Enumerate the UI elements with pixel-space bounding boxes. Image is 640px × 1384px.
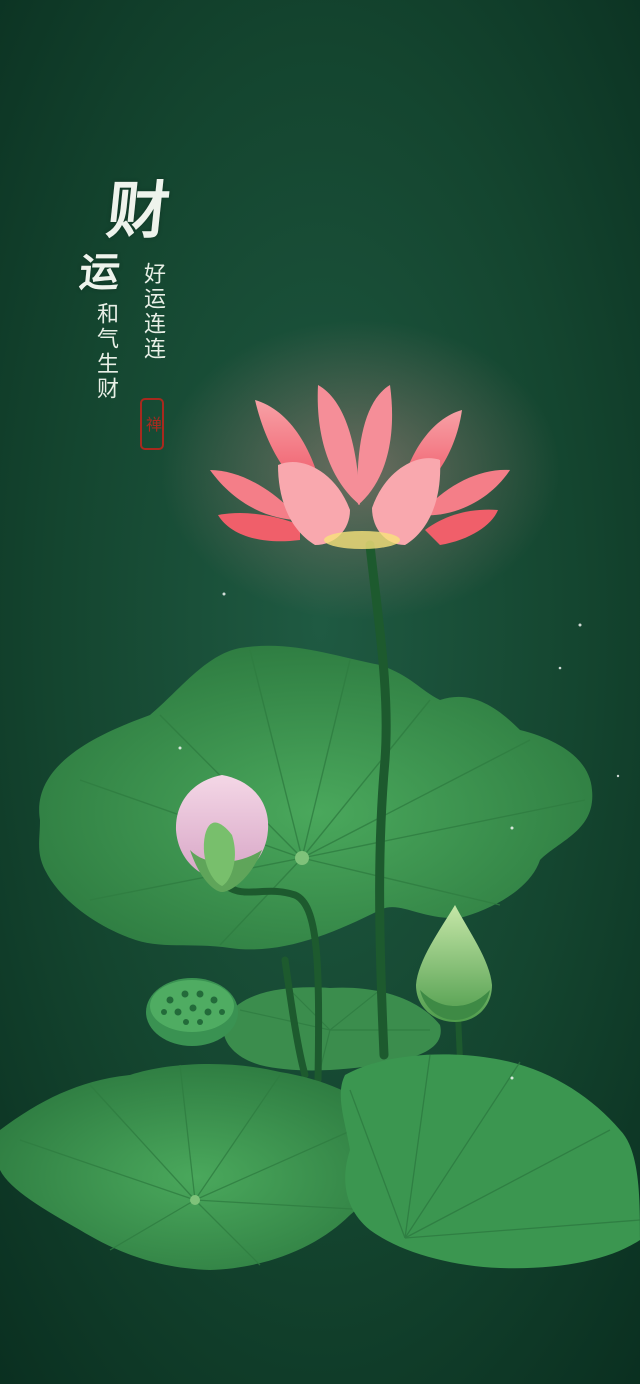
lotus-scene (0, 0, 640, 1384)
fortune-character: 财 (103, 174, 174, 247)
luck-character: 运 (77, 249, 123, 296)
red-seal-stamp: 禅 (140, 398, 164, 450)
poem-line-harmony: 和气生财 (93, 302, 118, 402)
poem-line-good-luck: 好运连连 (140, 262, 165, 362)
lotus-seed-pod (146, 978, 238, 1046)
